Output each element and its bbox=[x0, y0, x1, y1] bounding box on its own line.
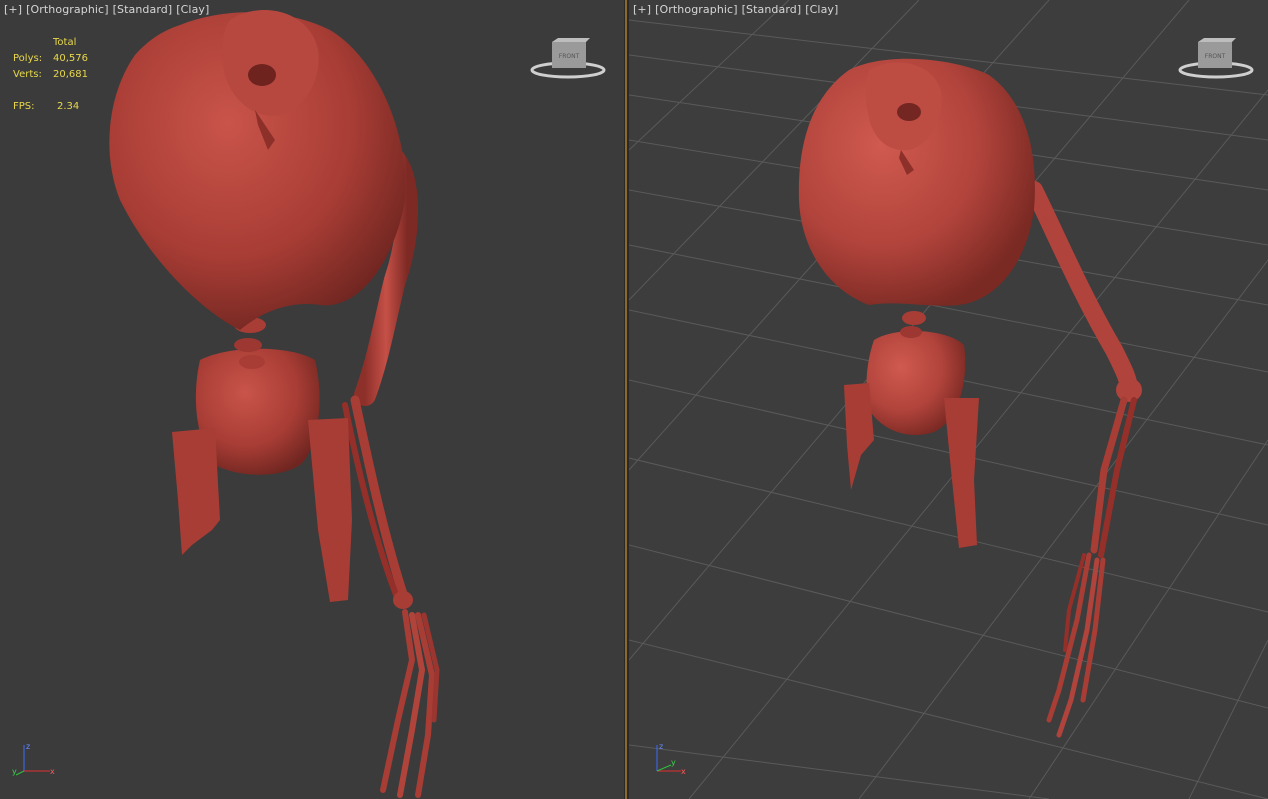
viewport-left[interactable]: [+] [Orthographic] [Standard] [Clay] Total … bbox=[0, 0, 624, 799]
viewport-menu-plus[interactable]: [+] bbox=[4, 3, 22, 16]
verts-value: 20,681 bbox=[53, 69, 88, 80]
fps-value: 2.34 bbox=[57, 101, 80, 112]
viewport-menu-view[interactable]: [Orthographic] bbox=[655, 3, 737, 16]
scene-statistics: Total Polys: 40,576 Verts: 20,681 FPS: 2… bbox=[13, 35, 88, 115]
viewport-menu-style[interactable]: [Clay] bbox=[176, 3, 209, 16]
polys-value: 40,576 bbox=[53, 53, 88, 64]
polys-label: Polys: bbox=[13, 53, 43, 64]
viewport-menu-shading[interactable]: [Standard] bbox=[742, 3, 802, 16]
viewport-menu-plus[interactable]: [+] bbox=[633, 3, 651, 16]
viewcube-right[interactable]: FRONT bbox=[1178, 36, 1256, 84]
axis-x-label: x bbox=[50, 767, 55, 776]
viewport-label-left: [+] [Orthographic] [Standard] [Clay] bbox=[4, 3, 213, 16]
verts-label: Verts: bbox=[13, 69, 42, 80]
viewport-menu-shading[interactable]: [Standard] bbox=[113, 3, 173, 16]
viewcube-left[interactable]: FRONT bbox=[530, 36, 608, 84]
axis-x-label: x bbox=[681, 767, 686, 776]
viewport-label-right: [+] [Orthographic] [Standard] [Clay] bbox=[633, 3, 842, 16]
stats-header: Total bbox=[53, 37, 77, 48]
clay-model-right[interactable] bbox=[629, 0, 1268, 799]
axis-tripod-left: z x y bbox=[12, 741, 58, 781]
viewcube-face-label: FRONT bbox=[559, 53, 580, 60]
axis-y-label: y bbox=[12, 767, 17, 776]
viewport-menu-view[interactable]: [Orthographic] bbox=[26, 3, 108, 16]
clay-model-left[interactable] bbox=[0, 0, 624, 799]
axis-tripod-right: z x y bbox=[651, 741, 697, 781]
axis-y-label: y bbox=[671, 758, 676, 767]
fps-label: FPS: bbox=[13, 101, 35, 112]
viewport-menu-style[interactable]: [Clay] bbox=[805, 3, 838, 16]
viewport-right[interactable]: [+] [Orthographic] [Standard] [Clay] FRONT … bbox=[629, 0, 1268, 799]
axis-z-label: z bbox=[26, 742, 30, 751]
viewcube-face-label: FRONT bbox=[1205, 53, 1226, 60]
axis-z-label: z bbox=[659, 742, 663, 751]
